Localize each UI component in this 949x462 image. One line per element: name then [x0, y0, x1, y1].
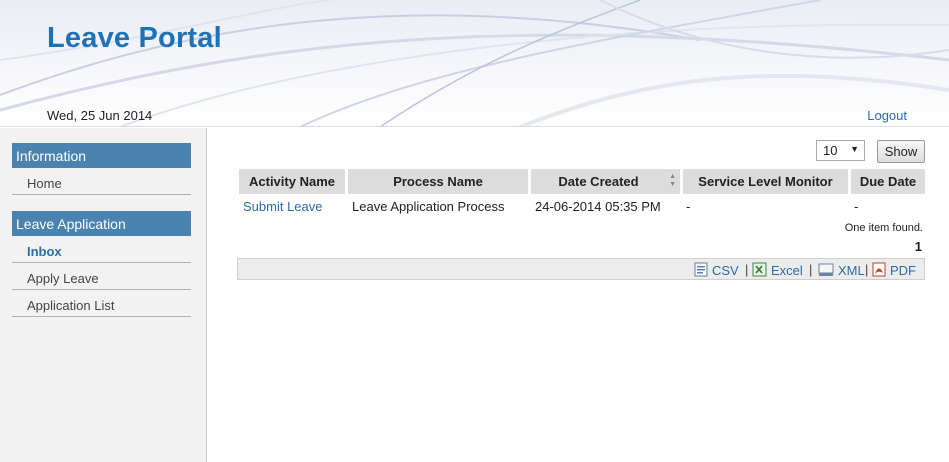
export-bar: CSV | Excel | XML | PDF — [237, 258, 925, 280]
chevron-down-icon: ▼ — [850, 144, 859, 154]
pdf-file-icon — [872, 262, 886, 277]
column-header-due-date[interactable]: Due Date — [851, 169, 925, 194]
csv-file-icon — [694, 262, 708, 277]
header-banner: Leave Portal Wed, 25 Jun 2014 Logout — [0, 0, 949, 127]
sidebar: Information Home Leave Application Inbox… — [0, 128, 207, 462]
items-found-text: One item found. — [844, 222, 923, 234]
table-row-service-level-monitor: - — [686, 199, 691, 214]
table-row-due-date: - — [854, 199, 859, 214]
page-size-select[interactable]: 10 ▼ — [816, 140, 865, 161]
separator: | — [865, 262, 869, 277]
export-excel-link[interactable]: Excel — [752, 262, 803, 278]
xml-file-icon — [818, 263, 834, 276]
table-row-date-created: 24-06-2014 05:35 PM — [535, 199, 661, 214]
header-date: Wed, 25 Jun 2014 — [47, 108, 153, 123]
table-row-activity-link[interactable]: Submit Leave — [243, 199, 323, 214]
sidebar-item-apply-leave[interactable]: Apply Leave — [12, 266, 191, 290]
pagination-current-page: 1 — [914, 239, 922, 254]
export-csv-link[interactable]: CSV — [694, 262, 739, 278]
sidebar-item-application-list[interactable]: Application List — [12, 293, 191, 317]
export-xml-link[interactable]: XML — [818, 262, 865, 278]
export-pdf-label: PDF — [890, 263, 916, 278]
column-header-process-name[interactable]: Process Name — [348, 169, 528, 194]
export-xml-label: XML — [838, 263, 865, 278]
separator: | — [745, 262, 749, 277]
sidebar-section-information: Information — [12, 143, 191, 168]
sidebar-item-inbox[interactable]: Inbox — [12, 239, 191, 263]
export-csv-label: CSV — [712, 263, 739, 278]
sidebar-section-leave-application: Leave Application — [12, 211, 191, 236]
column-header-date-created[interactable]: Date Created ▲ ▼ — [531, 169, 680, 194]
excel-file-icon — [752, 262, 767, 277]
logout-link[interactable]: Logout — [867, 108, 907, 123]
column-header-activity-name[interactable]: Activity Name — [239, 169, 345, 194]
column-header-date-created-label: Date Created — [558, 174, 639, 189]
export-excel-label: Excel — [771, 263, 803, 278]
export-pdf-link[interactable]: PDF — [872, 262, 916, 278]
page-size-value: 10 — [823, 143, 838, 158]
sidebar-item-home[interactable]: Home — [12, 171, 191, 195]
sort-arrows-icon: ▲ ▼ — [669, 173, 676, 188]
table-row-process-name: Leave Application Process — [352, 199, 505, 214]
app-title: Leave Portal — [47, 22, 222, 54]
separator: | — [809, 262, 813, 277]
show-button[interactable]: Show — [877, 140, 925, 163]
column-header-service-level-monitor: Service Level Monitor — [683, 169, 848, 194]
